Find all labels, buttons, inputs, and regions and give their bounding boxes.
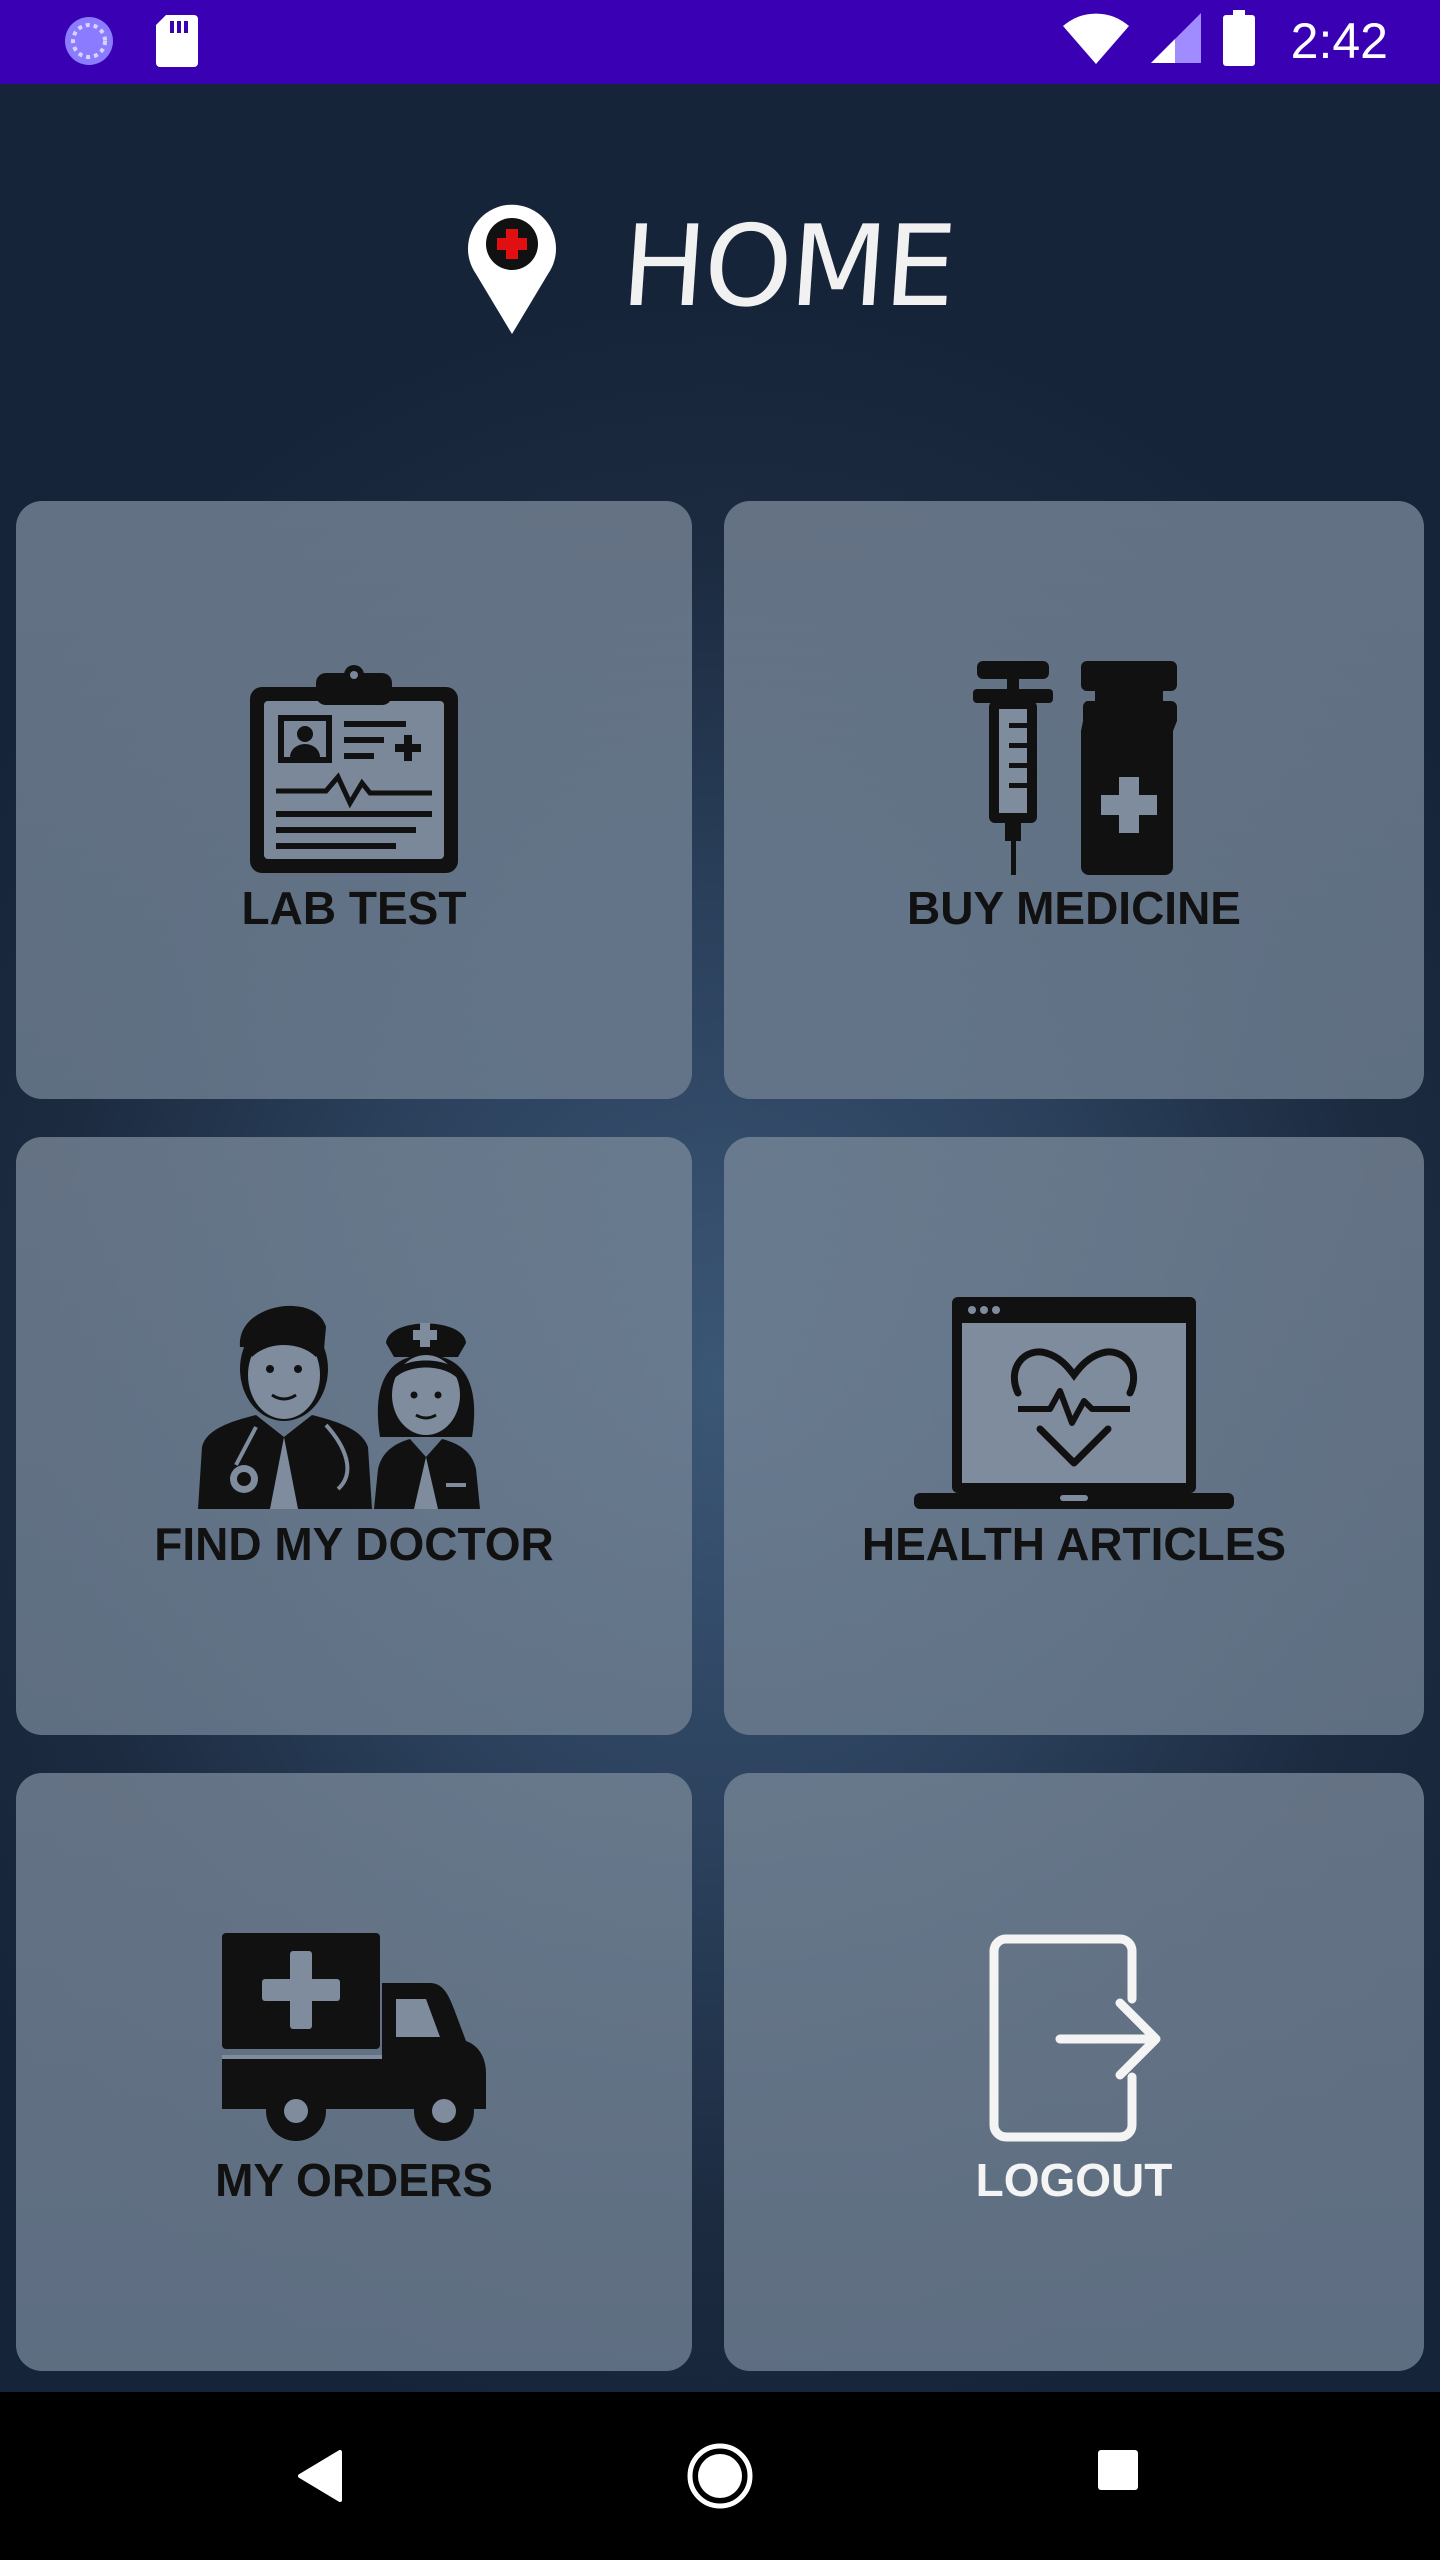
status-bar: 2:42 — [0, 0, 1440, 84]
tile-label: FIND MY DOCTOR — [154, 1518, 554, 1570]
recents-icon[interactable] — [1096, 2448, 1140, 2497]
tile-label: LAB TEST — [241, 882, 467, 934]
tile-find-my-doctor[interactable]: FIND MY DOCTOR — [16, 1137, 692, 1735]
header: HOME — [0, 140, 1440, 334]
tile-my-orders[interactable]: MY ORDERS — [16, 1773, 692, 2371]
tile-logout[interactable]: LOGOUT — [724, 1773, 1424, 2371]
clipboard-medical-report-icon — [246, 661, 462, 882]
doctor-nurse-icon — [196, 1297, 512, 1514]
sd-card-icon — [156, 15, 198, 72]
page-title: HOME — [617, 202, 959, 332]
battery-icon — [1222, 10, 1255, 71]
logout-icon — [984, 1933, 1164, 2148]
navigation-bar — [0, 2392, 1440, 2560]
tile-label: HEALTH ARTICLES — [861, 1518, 1287, 1570]
home-icon[interactable] — [686, 2442, 754, 2515]
sync-icon — [62, 14, 116, 73]
tile-health-articles[interactable]: HEALTH ARTICLES — [724, 1137, 1424, 1735]
cell-signal-icon — [1150, 13, 1201, 68]
clock: 2:42 — [1290, 12, 1388, 69]
wifi-icon — [1062, 12, 1129, 69]
tile-label: LOGOUT — [975, 2154, 1173, 2206]
tile-label: MY ORDERS — [215, 2154, 493, 2206]
tile-lab-test[interactable]: LAB TEST — [16, 501, 692, 1099]
delivery-truck-icon — [222, 1933, 486, 2148]
home-screen: HOME LAB TEST BUY MEDICINE FIND MY DOCTO… — [0, 84, 1440, 2392]
syringe-bottle-icon — [969, 661, 1179, 882]
back-icon[interactable] — [296, 2448, 346, 2509]
tile-label: BUY MEDICINE — [907, 882, 1241, 934]
location-pin-medical-icon — [462, 196, 562, 341]
tile-buy-medicine[interactable]: BUY MEDICINE — [724, 501, 1424, 1099]
laptop-heartbeat-icon — [914, 1297, 1234, 1514]
